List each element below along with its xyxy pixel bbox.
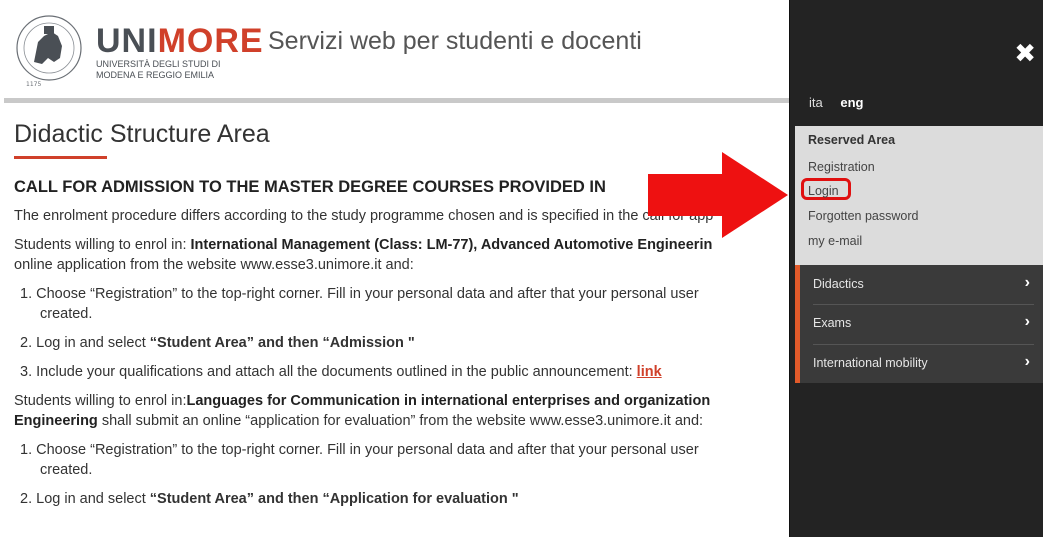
- paragraph-1: Students willing to enrol in: Internatio…: [14, 235, 790, 275]
- university-seal-logo[interactable]: 1175: [14, 12, 84, 90]
- my-email-link[interactable]: my e-mail: [808, 234, 862, 248]
- nav-item-international-mobility[interactable]: International mobility ›: [800, 344, 1043, 383]
- nav-label: International mobility: [813, 356, 928, 370]
- list-text: Choose “Registration” to the top-right c…: [36, 286, 699, 302]
- title-underline: [14, 156, 107, 159]
- lang-ita-link[interactable]: ita: [809, 95, 823, 110]
- svg-text:1175: 1175: [26, 81, 41, 88]
- nav-item-exams[interactable]: Exams ›: [800, 304, 1043, 343]
- chevron-right-icon: ›: [1024, 313, 1030, 330]
- close-icon[interactable]: ✖: [1014, 40, 1036, 66]
- list-text: Log in and select: [36, 491, 150, 507]
- p1-line2: online application from the website www.…: [14, 257, 414, 273]
- announcement-link[interactable]: link: [637, 364, 662, 380]
- header-title: Servizi web per studenti e docenti: [268, 27, 642, 55]
- side-menu-panel: ✖ ita eng Reserved Area Registration Log…: [789, 0, 1043, 537]
- list1-item-1: 1. Choose “Registration” to the top-righ…: [14, 284, 790, 324]
- p1-bold: International Management (Class: LM-77),…: [190, 237, 713, 253]
- p1-pre: Students willing to enrol in:: [14, 237, 191, 253]
- language-switcher: ita eng: [809, 95, 877, 110]
- list-text: Choose “Registration” to the top-right c…: [36, 442, 699, 458]
- side-nav: Didactics › Exams › International mobili…: [795, 265, 1043, 383]
- list1-item-3: 3. Include your qualifications and attac…: [14, 362, 790, 382]
- list-num: 3.: [20, 364, 33, 380]
- brand-subtitle-1: UNIVERSITÀ DEGLI STUDI DI: [96, 59, 221, 69]
- reserved-area: Reserved Area Registration Login Forgott…: [795, 126, 1043, 265]
- page: 1175 UNIMORE UNIVERSITÀ DEGLI STUDI DI M…: [0, 0, 1043, 537]
- list2-item-2: 2. Log in and select “Student Area” and …: [14, 489, 790, 509]
- brand[interactable]: UNIMORE UNIVERSITÀ DEGLI STUDI DI MODENA…: [96, 24, 264, 80]
- login-link[interactable]: Login: [808, 184, 839, 198]
- list-cont: created.: [40, 306, 93, 322]
- chevron-right-icon: ›: [1024, 274, 1030, 291]
- list-bold: “Student Area” and then “Admission ": [149, 335, 415, 351]
- registration-link[interactable]: Registration: [808, 160, 875, 174]
- page-title: Didactic Structure Area: [14, 120, 270, 148]
- reserved-area-heading: Reserved Area: [808, 133, 896, 147]
- list-num: 1.: [20, 442, 33, 458]
- forgotten-password-link[interactable]: Forgotten password: [808, 209, 918, 223]
- brand-subtitle-2: MODENA E REGGIO EMILIA: [96, 70, 215, 80]
- list1-item-2: 2. Log in and select “Student Area” and …: [14, 333, 790, 353]
- p2-bold: Languages for Communication in internati…: [186, 393, 711, 409]
- p2-rest: shall submit an online “application for …: [97, 413, 704, 429]
- paragraph-2: Students willing to enrol in:Languages f…: [14, 391, 790, 431]
- nav-label: Exams: [813, 316, 852, 330]
- lang-eng-link[interactable]: eng: [840, 95, 863, 110]
- brand-more: MORE: [157, 22, 264, 60]
- brand-name: UNIMORE: [96, 24, 264, 58]
- header-divider: [4, 98, 790, 103]
- p2-pre: Students willing to enrol in:: [14, 393, 187, 409]
- nav-label: Didactics: [813, 277, 864, 291]
- list-cont: created.: [40, 462, 93, 478]
- red-arrow-icon: [648, 152, 788, 238]
- list-num: 2.: [20, 335, 33, 351]
- chevron-right-icon: ›: [1024, 353, 1030, 370]
- site-header: 1175 UNIMORE UNIVERSITÀ DEGLI STUDI DI M…: [0, 0, 790, 100]
- list-text: Include your qualifications and attach a…: [36, 364, 637, 380]
- list2-item-1: 1. Choose “Registration” to the top-righ…: [14, 440, 790, 480]
- list-num: 2.: [20, 491, 33, 507]
- list-bold: “Student Area” and then “Application for…: [149, 491, 519, 507]
- brand-uni: UNI: [96, 22, 158, 60]
- p2-bold2: Engineering: [14, 413, 98, 429]
- nav-item-didactics[interactable]: Didactics ›: [800, 265, 1043, 304]
- list-num: 1.: [20, 286, 33, 302]
- list-text: Log in and select: [36, 335, 150, 351]
